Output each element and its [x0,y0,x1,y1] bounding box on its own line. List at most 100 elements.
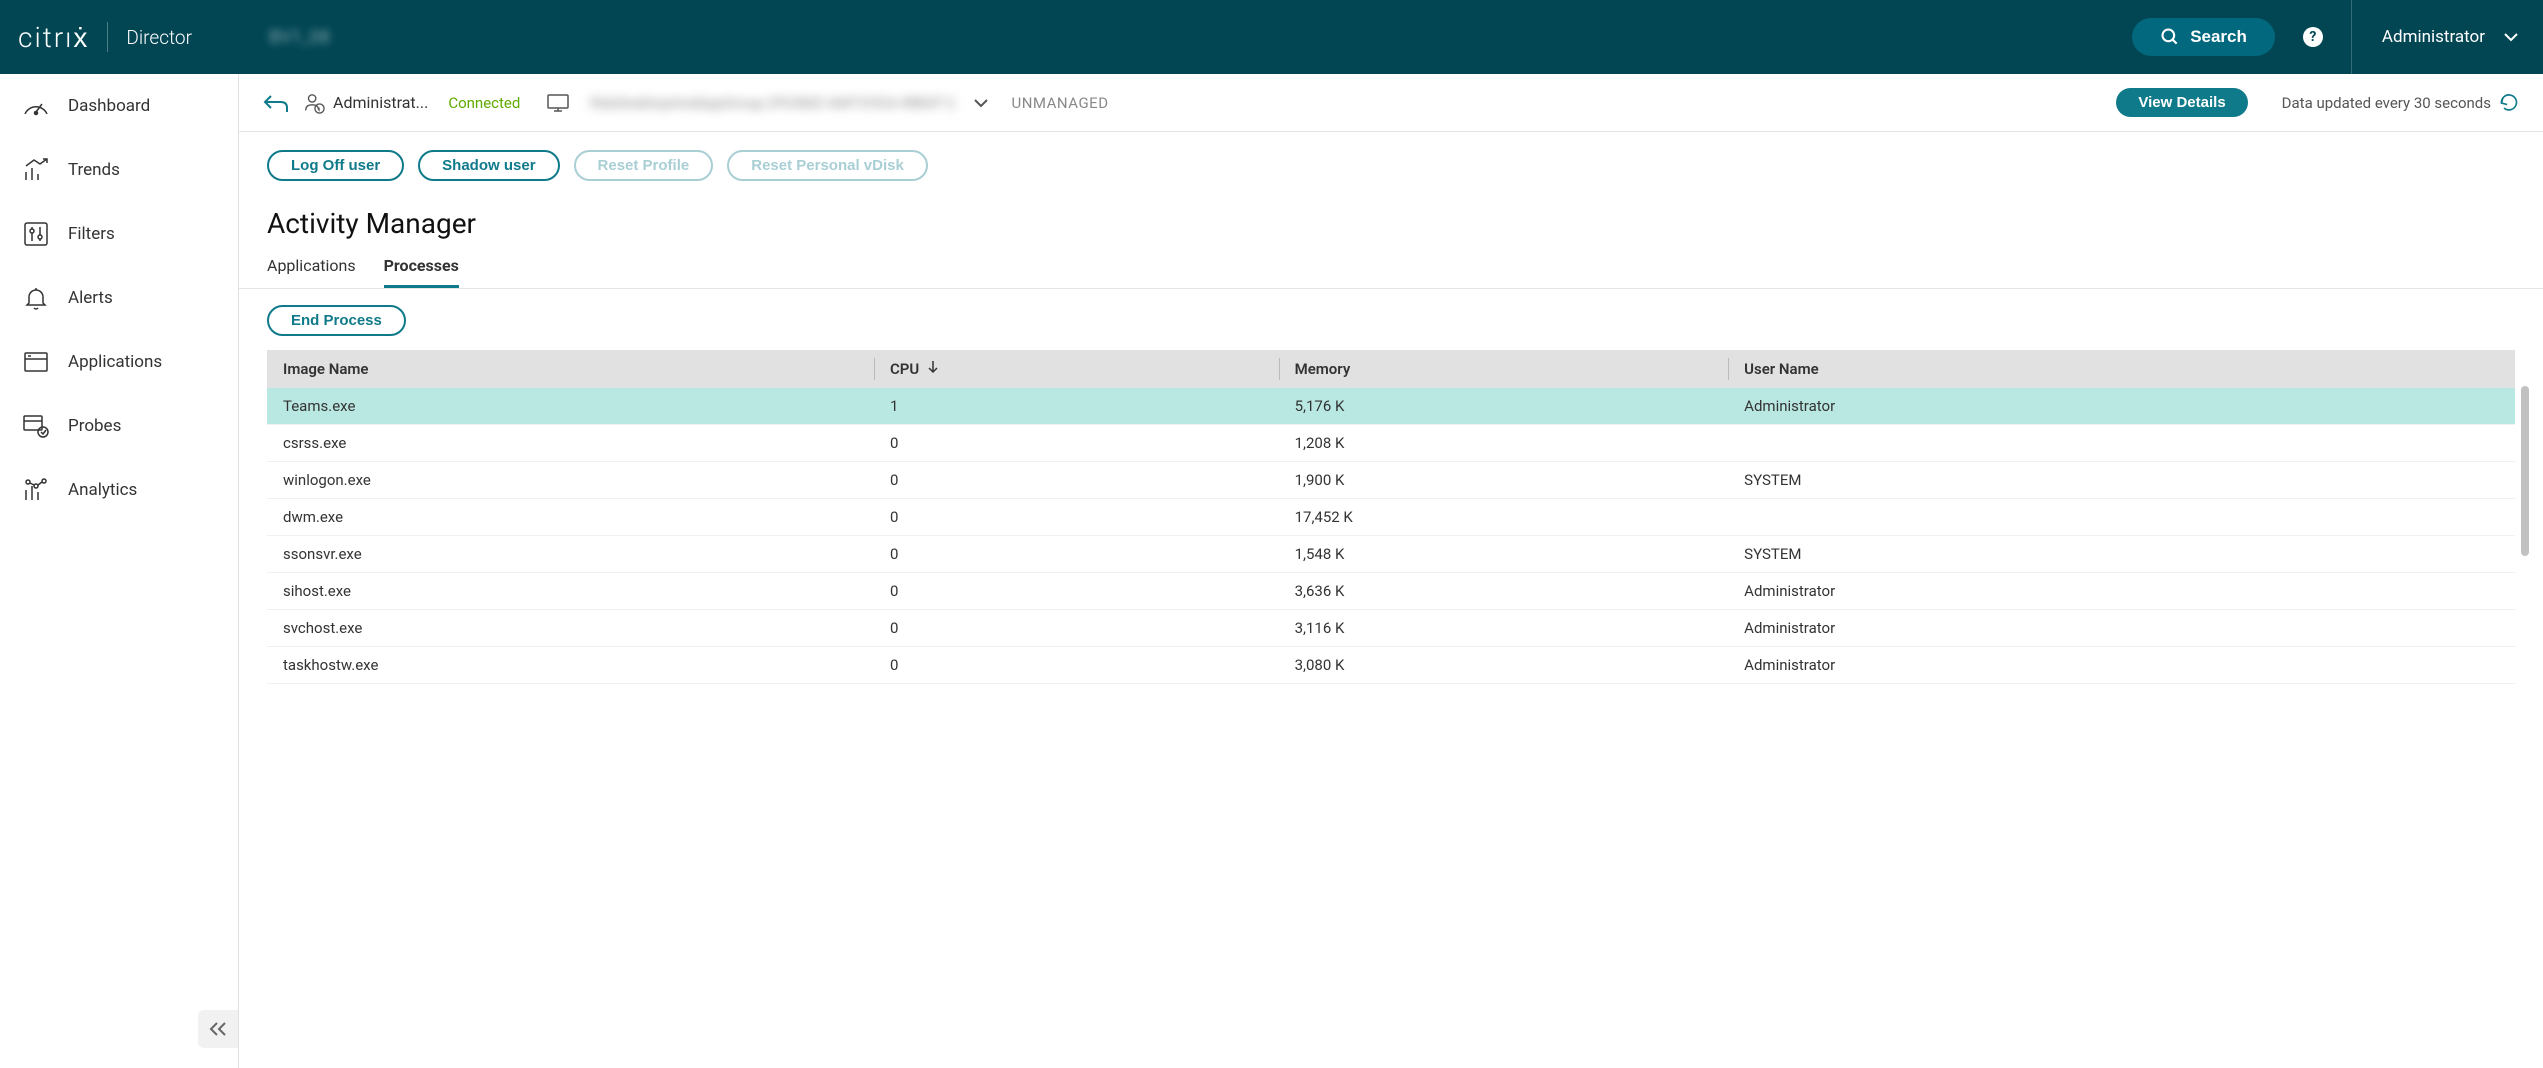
reset-profile-button: Reset Profile [574,150,714,181]
process-table: Image Name CPU Memory User Name Teams.ex… [267,350,2515,684]
shadow-button[interactable]: Shadow user [418,150,559,181]
sidebar-item-label: Filters [68,224,115,244]
admin-menu[interactable]: Administrator [2351,0,2519,74]
sidebar-item-filters[interactable]: Filters [0,202,238,266]
section-title: Activity Manager [239,181,2543,250]
cell-memory: 3,116 K [1279,610,1729,647]
refresh-button[interactable] [2499,93,2519,113]
cell-user: Administrator [1728,388,2515,425]
table-row[interactable]: sihost.exe03,636 KAdministrator [267,573,2515,610]
context-name-blur: BV1_08 [269,27,330,48]
sidebar-item-dashboard[interactable]: Dashboard [0,74,238,138]
header-right: Search ? Administrator [2132,0,2543,74]
search-button[interactable]: Search [2132,18,2275,56]
brand-divider [107,22,108,52]
view-details-button[interactable]: View Details [2116,88,2247,117]
cell-user: Administrator [1728,573,2515,610]
analytics-icon [22,476,50,504]
back-button[interactable] [263,92,289,114]
cell-cpu: 0 [874,573,1279,610]
cell-memory: 1,548 K [1279,536,1729,573]
header-context: BV1_08 [239,27,2132,48]
cell-image: ssonsvr.exe [267,536,874,573]
user-name: Administrat... [333,93,428,112]
user-chip: i Administrat... [303,92,428,114]
cell-cpu: 0 [874,499,1279,536]
col-user[interactable]: User Name [1728,350,2515,388]
cell-user: SYSTEM [1728,462,2515,499]
probe-icon [22,412,50,440]
cell-image: svchost.exe [267,610,874,647]
table-row[interactable]: winlogon.exe01,900 KSYSTEM [267,462,2515,499]
table-row[interactable]: taskhostw.exe03,080 KAdministrator [267,647,2515,684]
table-row[interactable]: dwm.exe017,452 K [267,499,2515,536]
table-row[interactable]: ssonsvr.exe01,548 KSYSTEM [267,536,2515,573]
cell-cpu: 0 [874,647,1279,684]
end-process-button[interactable]: End Process [267,305,406,336]
chevron-down-icon [2503,32,2519,42]
subheader: i Administrat... Connected RdsDesktopAnd… [239,74,2543,132]
sidebar-item-alerts[interactable]: Alerts [0,266,238,330]
cell-memory: 1,208 K [1279,425,1729,462]
machine-dropdown[interactable] [973,98,989,108]
sidebar-item-trends[interactable]: Trends [0,138,238,202]
user-info-icon: i [303,92,325,114]
cell-image: taskhostw.exe [267,647,874,684]
chevron-down-icon [973,98,989,108]
cell-user: SYSTEM [1728,536,2515,573]
table-row[interactable]: svchost.exe03,116 KAdministrator [267,610,2515,647]
sidebar-item-applications[interactable]: Applications [0,330,238,394]
app-icon [22,348,50,376]
sidebar-item-label: Alerts [68,288,113,308]
gauge-icon [22,92,50,120]
admin-label: Administrator [2382,27,2485,47]
header-brand: citrıẋ Director [0,0,239,74]
sidebar-item-label: Probes [68,416,121,436]
cell-image: winlogon.exe [267,462,874,499]
refresh-text: Data updated every 30 seconds [2282,94,2491,112]
endpoint-status: UNMANAGED [1011,94,1108,112]
bell-icon [22,284,50,312]
col-memory[interactable]: Memory [1279,350,1729,388]
monitor-icon [546,93,570,113]
scrollbar[interactable] [2521,386,2529,556]
cell-image: Teams.exe [267,388,874,425]
tab-processes[interactable]: Processes [384,250,459,288]
logoff-button[interactable]: Log Off user [267,150,404,181]
help-icon[interactable]: ? [2303,27,2323,47]
citrix-logo: citrıẋ [18,21,89,54]
cell-cpu: 0 [874,610,1279,647]
table-row[interactable]: Teams.exe15,176 KAdministrator [267,388,2515,425]
cell-cpu: 1 [874,388,1279,425]
process-table-wrap: Image Name CPU Memory User Name Teams.ex… [267,350,2515,684]
col-image[interactable]: Image Name [267,350,874,388]
refresh-info: Data updated every 30 seconds [2282,93,2519,113]
cell-memory: 3,636 K [1279,573,1729,610]
sidebar-item-label: Dashboard [68,96,150,116]
cell-memory: 1,900 K [1279,462,1729,499]
sort-desc-icon [927,360,939,378]
chevron-double-left-icon [208,1021,228,1037]
sidebar-item-probes[interactable]: Probes [0,394,238,458]
sidebar-collapse-button[interactable] [198,1010,238,1048]
cell-image: csrss.exe [267,425,874,462]
svg-text:i: i [319,105,321,113]
search-label: Search [2190,27,2247,47]
cell-memory: 5,176 K [1279,388,1729,425]
reset-vdisk-button: Reset Personal vDisk [727,150,928,181]
main: i Administrat... Connected RdsDesktopAnd… [239,74,2543,1068]
cell-image: dwm.exe [267,499,874,536]
cell-user [1728,499,2515,536]
sidebar: Dashboard Trends Filters Alerts Applications… [0,74,239,1068]
app-name: Director [126,26,192,49]
cell-memory: 3,080 K [1279,647,1729,684]
col-cpu[interactable]: CPU [874,350,1279,388]
sidebar-item-analytics[interactable]: Analytics [0,458,238,522]
cell-user: Administrator [1728,647,2515,684]
action-row: Log Off user Shadow user Reset Profile R… [239,132,2543,181]
sidebar-item-label: Analytics [68,480,137,500]
trends-icon [22,156,50,184]
table-row[interactable]: csrss.exe01,208 K [267,425,2515,462]
tab-applications[interactable]: Applications [267,250,356,288]
filters-icon [22,220,50,248]
